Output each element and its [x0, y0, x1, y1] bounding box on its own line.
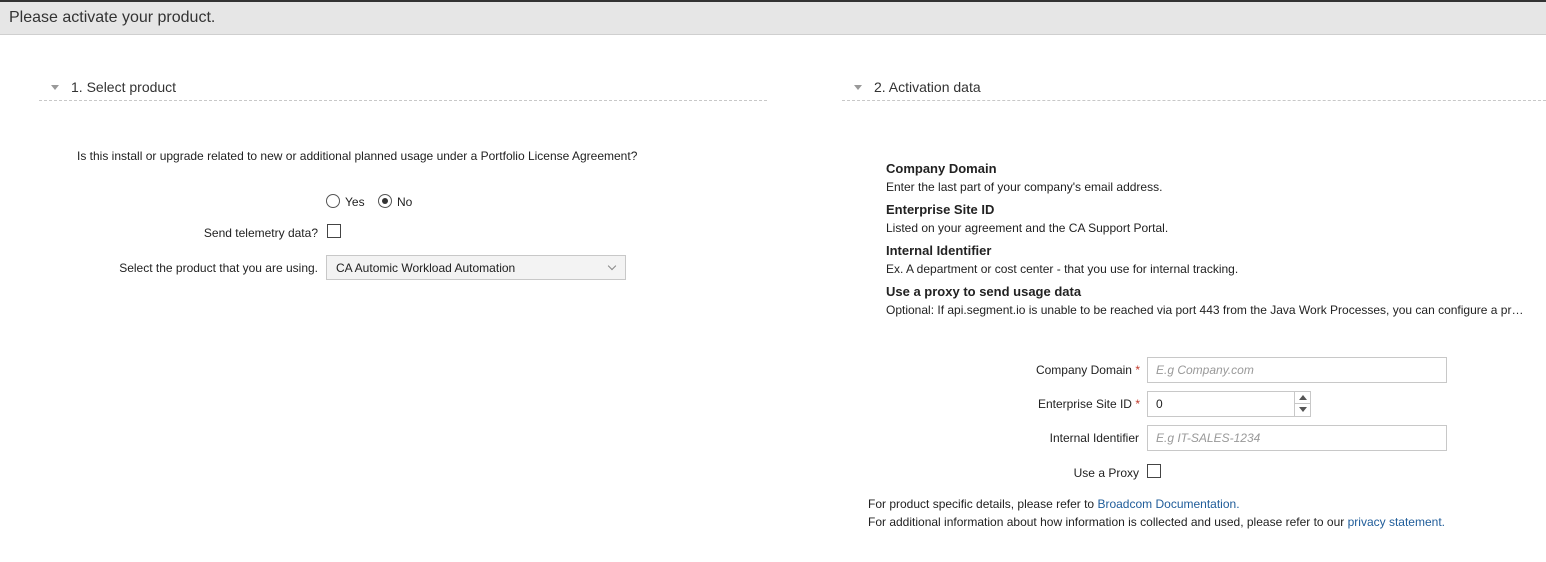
internal-id-input[interactable] — [1147, 425, 1447, 451]
product-select-value: CA Automic Workload Automation — [336, 261, 516, 275]
info-site-id-desc: Listed on your agreement and the CA Supp… — [886, 221, 1169, 235]
pla-question: Is this install or upgrade related to ne… — [77, 149, 638, 163]
site-id-stepper[interactable] — [1294, 392, 1311, 416]
header-bar: Please activate your product. — [0, 2, 1546, 35]
privacy-statement-link[interactable]: privacy statement — [1348, 515, 1442, 529]
privacy-suffix: . — [1441, 515, 1445, 529]
privacy-prefix: For additional information about how inf… — [868, 515, 1348, 529]
broadcom-documentation-link[interactable]: Broadcom Documentation — [1097, 497, 1236, 511]
info-company-domain-title: Company Domain — [886, 161, 997, 176]
company-domain-label: Company Domain * — [960, 363, 1140, 377]
product-select-label: Select the product that you are using. — [119, 261, 318, 275]
collapse-triangle-icon[interactable] — [51, 85, 59, 90]
details-note: For product specific details, please ref… — [868, 497, 1240, 511]
internal-id-label: Internal Identifier — [1049, 431, 1139, 445]
no-radio[interactable] — [378, 194, 392, 208]
no-radio-label[interactable]: No — [397, 195, 412, 209]
site-id-label-text: Enterprise Site ID — [1037, 397, 1132, 411]
section-activation-data-header[interactable]: 2. Activation data — [842, 79, 1546, 101]
increment-arrow-icon[interactable] — [1295, 392, 1311, 404]
section-title: 2. Activation data — [874, 79, 981, 95]
required-mark: * — [1135, 363, 1140, 377]
privacy-note: For additional information about how inf… — [868, 515, 1445, 529]
section-divider — [842, 100, 1546, 101]
site-id-label: Enterprise Site ID * — [960, 397, 1140, 411]
info-internal-id-desc: Ex. A department or cost center - that y… — [886, 262, 1239, 276]
chevron-down-icon — [607, 261, 617, 271]
section-select-product-header[interactable]: 1. Select product — [39, 79, 767, 101]
info-proxy-title: Use a proxy to send usage data — [886, 284, 1082, 299]
info-company-domain-desc: Enter the last part of your company's em… — [886, 180, 1163, 194]
product-select[interactable]: CA Automic Workload Automation — [326, 255, 626, 280]
site-id-input[interactable] — [1147, 391, 1311, 417]
details-prefix: For product specific details, please ref… — [868, 497, 1098, 511]
required-mark: * — [1135, 397, 1140, 411]
collapse-triangle-icon[interactable] — [854, 85, 862, 90]
info-internal-id-title: Internal Identifier — [886, 243, 992, 258]
page-title: Please activate your product. — [9, 9, 216, 26]
proxy-checkbox[interactable] — [1147, 464, 1161, 478]
telemetry-label: Send telemetry data? — [203, 226, 318, 240]
info-site-id-title: Enterprise Site ID — [886, 202, 995, 217]
section-title: 1. Select product — [71, 79, 177, 95]
telemetry-checkbox[interactable] — [327, 224, 341, 238]
info-proxy-desc: Optional: If api.segment.io is unable to… — [886, 303, 1524, 317]
decrement-arrow-icon[interactable] — [1295, 404, 1311, 416]
section-divider — [39, 100, 767, 101]
company-domain-label-text: Company Domain — [1035, 363, 1132, 377]
proxy-label: Use a Proxy — [1073, 466, 1139, 480]
yes-radio-label[interactable]: Yes — [345, 195, 365, 209]
details-suffix: . — [1236, 497, 1240, 511]
company-domain-input[interactable] — [1147, 357, 1447, 383]
yes-radio[interactable] — [326, 194, 340, 208]
